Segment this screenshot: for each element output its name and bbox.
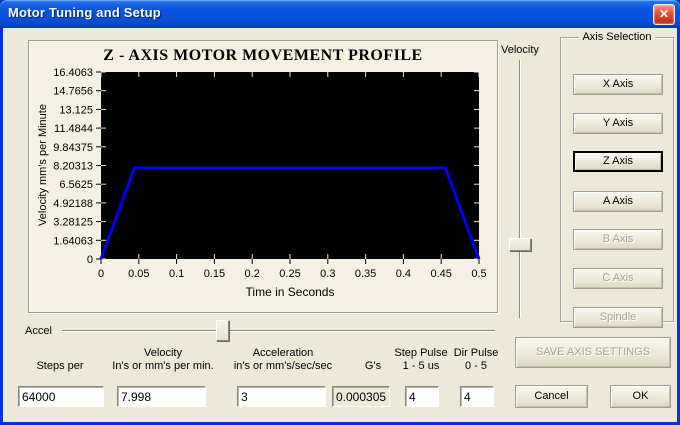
gs-value-field — [332, 386, 390, 407]
svg-text:0.45: 0.45 — [430, 268, 451, 280]
step-pulse-label: Step Pulse 1 - 5 us — [394, 347, 448, 372]
accel-slider-label: Accel — [25, 325, 52, 337]
axis-selection-title: Axis Selection — [578, 31, 656, 43]
svg-text:9.84375: 9.84375 — [53, 142, 93, 154]
svg-text:0.1: 0.1 — [169, 268, 184, 280]
accel-slider-thumb[interactable] — [216, 320, 229, 341]
svg-text:3.28125: 3.28125 — [53, 217, 93, 229]
x-axis-button[interactable]: X Axis — [573, 74, 663, 95]
svg-text:1.64063: 1.64063 — [53, 235, 93, 247]
gs-label: G's — [364, 360, 382, 372]
accel-slider-track[interactable] — [62, 330, 495, 332]
velocity-slider-track[interactable] — [519, 60, 521, 318]
accel-slider[interactable] — [60, 318, 500, 344]
close-button[interactable]: ✕ — [653, 4, 675, 25]
step-pulse-input[interactable] — [405, 386, 439, 407]
velocity-input[interactable] — [117, 386, 206, 407]
dir-pulse-input[interactable] — [460, 386, 494, 407]
svg-text:4.92188: 4.92188 — [53, 198, 93, 210]
velocity-slider-thumb[interactable] — [509, 238, 531, 251]
acceleration-field-label: Acceleration in's or mm's/sec/sec — [233, 347, 333, 372]
svg-text:0.5: 0.5 — [471, 268, 486, 280]
x-axis-tick-labels: 0 0.05 0.1 0.15 0.2 0.25 0.3 0.35 0.4 0.45 0.5 — [98, 268, 487, 280]
save-axis-settings-button: SAVE AXIS SETTINGS — [515, 337, 671, 368]
y-axis-tick-labels: 0 1.64063 3.28125 4.92188 6.5625 8.20313 9.843… — [53, 67, 93, 266]
steps-per-label: Steps per — [36, 360, 84, 372]
svg-text:0.05: 0.05 — [128, 268, 149, 280]
title-bar: Motor Tuning and Setup ✕ — [0, 0, 680, 28]
a-axis-button[interactable]: A Axis — [573, 191, 663, 212]
motor-profile-chart-panel: Z - AXIS MOTOR MOVEMENT PROFILE Velocity… — [28, 40, 498, 313]
velocity-slider[interactable] — [508, 60, 532, 318]
svg-text:0: 0 — [98, 268, 104, 280]
svg-text:0.2: 0.2 — [245, 268, 260, 280]
x-axis-title: Time in Seconds — [246, 285, 335, 299]
steps-per-input[interactable] — [18, 386, 104, 407]
y-axis-button[interactable]: Y Axis — [573, 113, 663, 134]
dir-pulse-label: Dir Pulse 0 - 5 — [453, 347, 499, 372]
b-axis-button: B Axis — [573, 229, 663, 250]
svg-text:16.4063: 16.4063 — [53, 67, 93, 79]
velocity-field-label: Velocity In's or mm's per min. — [112, 347, 214, 372]
z-axis-button[interactable]: Z Axis — [573, 151, 663, 172]
close-icon: ✕ — [658, 7, 670, 21]
svg-text:0.15: 0.15 — [204, 268, 225, 280]
spindle-button: Spindle — [573, 307, 663, 328]
svg-text:14.7656: 14.7656 — [53, 86, 93, 98]
window-title: Motor Tuning and Setup — [8, 5, 161, 20]
ok-button[interactable]: OK — [610, 385, 671, 408]
c-axis-button: C Axis — [573, 268, 663, 289]
dialog-body: Z - AXIS MOTOR MOVEMENT PROFILE Velocity… — [3, 28, 677, 422]
svg-text:13.125: 13.125 — [59, 104, 93, 116]
axis-selection-group: Axis Selection X Axis Y Axis Z Axis A Ax… — [560, 31, 674, 328]
velocity-slider-label: Velocity — [501, 44, 539, 56]
cancel-button[interactable]: Cancel — [515, 385, 588, 408]
svg-text:0.35: 0.35 — [355, 268, 376, 280]
svg-text:0: 0 — [87, 254, 93, 266]
svg-text:11.4844: 11.4844 — [54, 123, 93, 135]
motor-tuning-dialog: Motor Tuning and Setup ✕ Z - AXIS MOTOR … — [0, 0, 680, 425]
acceleration-input[interactable] — [237, 386, 326, 407]
velocity-profile-plot: 0 0.05 0.1 0.15 0.2 0.25 0.3 0.35 0.4 0.45 0.5 0 1.6… — [53, 67, 487, 299]
svg-text:0.3: 0.3 — [320, 268, 335, 280]
plot-area — [101, 72, 479, 259]
svg-text:8.20313: 8.20313 — [53, 161, 93, 173]
svg-text:6.5625: 6.5625 — [59, 179, 93, 191]
svg-text:0.4: 0.4 — [396, 268, 411, 280]
svg-text:0.25: 0.25 — [279, 268, 300, 280]
